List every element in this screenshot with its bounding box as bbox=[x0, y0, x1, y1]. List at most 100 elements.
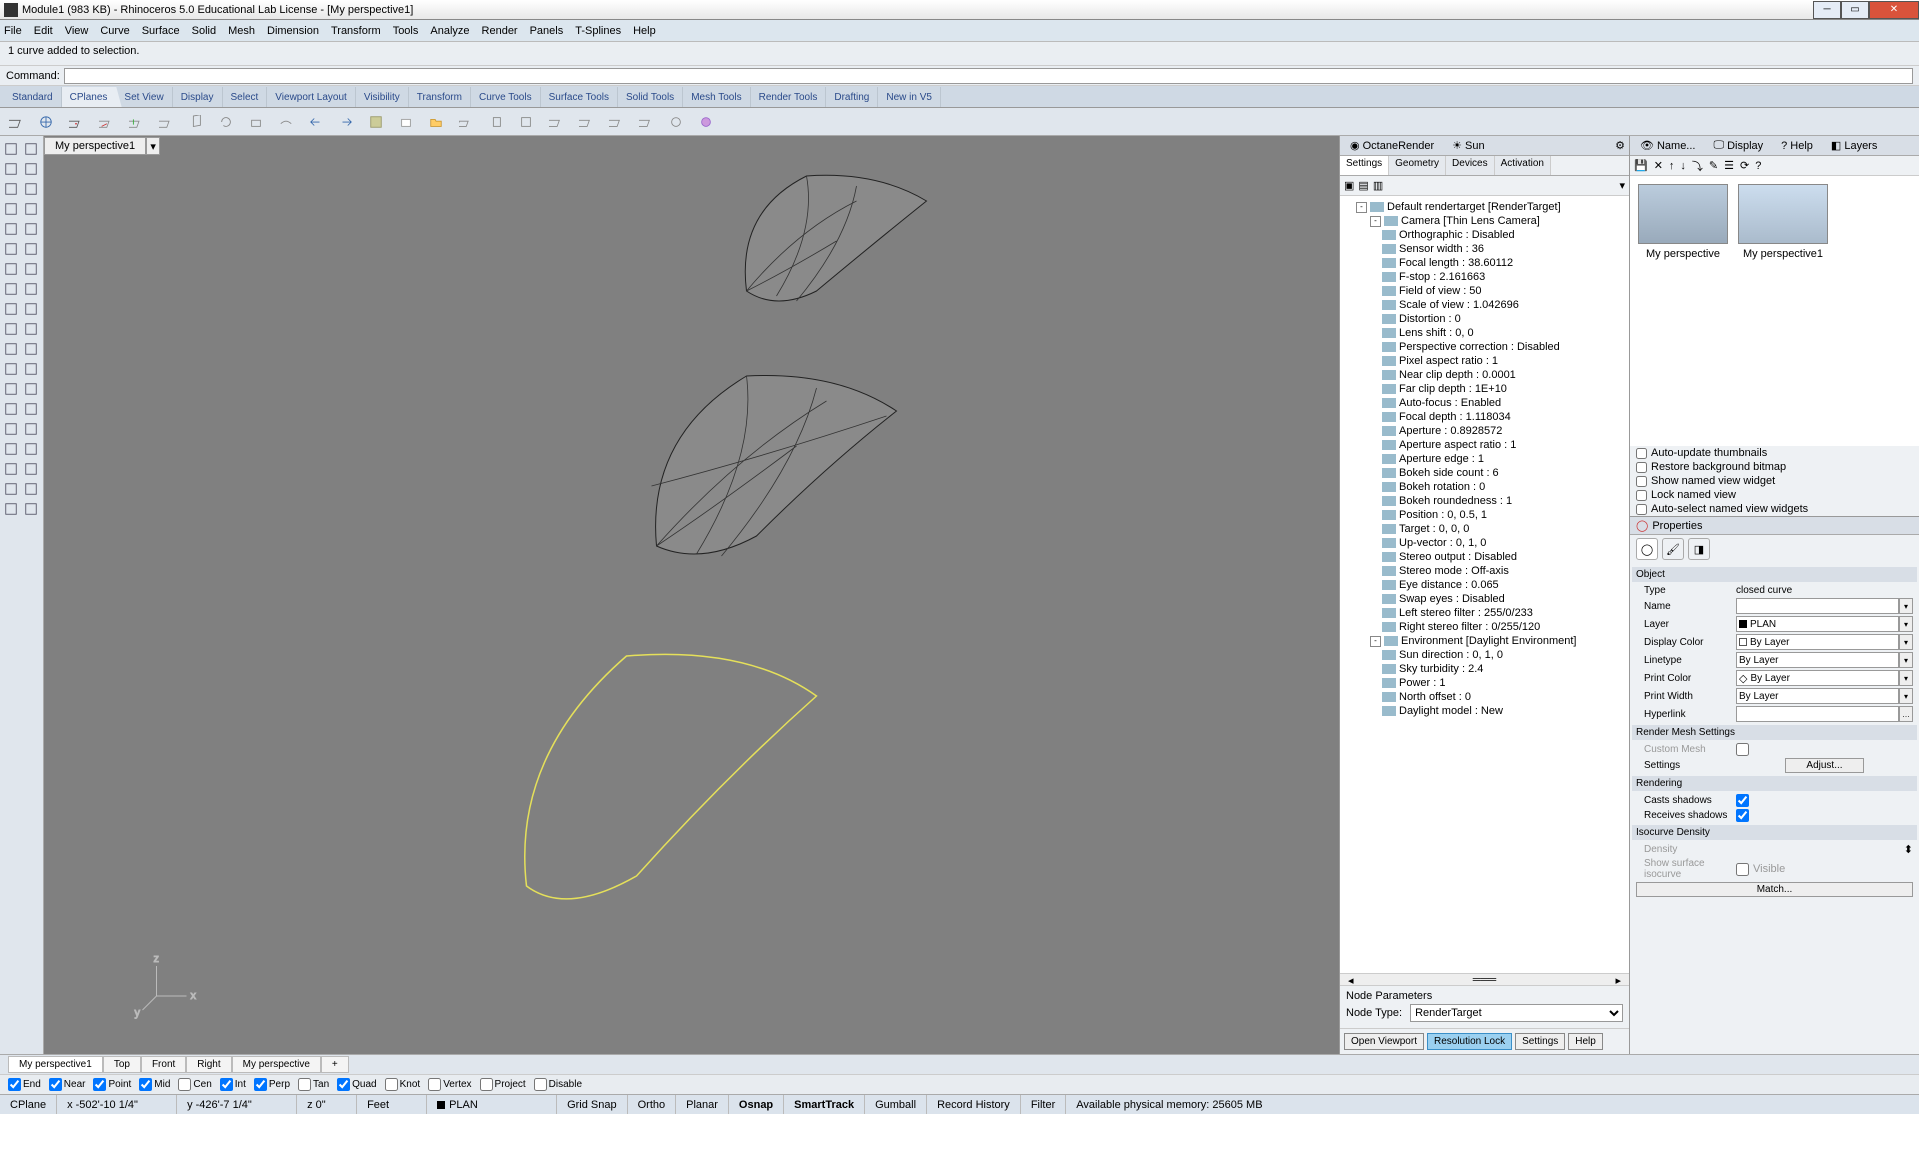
scroll-left-icon[interactable]: ◂ bbox=[1348, 974, 1354, 985]
tree-node[interactable]: Focal length : 38.60112 bbox=[1342, 256, 1627, 270]
status-units[interactable]: Feet bbox=[357, 1095, 427, 1114]
tree-node[interactable]: Aperture : 0.8928572 bbox=[1342, 424, 1627, 438]
tree-node[interactable]: Far clip depth : 1E+10 bbox=[1342, 382, 1627, 396]
octane-subtab-settings[interactable]: Settings bbox=[1340, 156, 1389, 175]
help2-icon[interactable]: ? bbox=[1755, 160, 1761, 172]
prop-texture-icon[interactable]: ◨ bbox=[1688, 538, 1710, 560]
save-cplane-icon[interactable] bbox=[366, 112, 386, 132]
menu-transform[interactable]: Transform bbox=[331, 25, 381, 37]
status-cplane[interactable]: CPlane bbox=[0, 1095, 57, 1114]
cplane-rotate-icon[interactable] bbox=[216, 112, 236, 132]
prop-material-icon[interactable]: 🖌 bbox=[1662, 538, 1684, 560]
named-cplane-icon[interactable] bbox=[396, 112, 416, 132]
show-iso-check[interactable] bbox=[1736, 863, 1749, 876]
array-flyout-icon[interactable] bbox=[22, 460, 40, 478]
tree-node[interactable]: Orthographic : Disabled bbox=[1342, 228, 1627, 242]
menu-t-splines[interactable]: T-Splines bbox=[575, 25, 621, 37]
tooltab-curve-tools[interactable]: Curve Tools bbox=[471, 87, 541, 107]
tree-node[interactable]: Auto-focus : Enabled bbox=[1342, 396, 1627, 410]
tab-sun[interactable]: ☀Sun bbox=[1446, 138, 1490, 153]
minimize-button[interactable]: ─ bbox=[1813, 1, 1841, 19]
viewtab-my-perspective1[interactable]: My perspective1 bbox=[8, 1056, 103, 1073]
cplane-vert-icon[interactable] bbox=[186, 112, 206, 132]
tree-node[interactable]: Bokeh rotation : 0 bbox=[1342, 480, 1627, 494]
edit-icon[interactable]: ✎ bbox=[1709, 159, 1718, 172]
tooltab-visibility[interactable]: Visibility bbox=[356, 87, 409, 107]
viewport-title[interactable]: My perspective1 bbox=[44, 137, 146, 155]
octane-subtab-activation[interactable]: Activation bbox=[1495, 156, 1551, 175]
prop-obj-icon[interactable]: ◯ bbox=[1636, 538, 1658, 560]
cplane-surf-icon[interactable] bbox=[276, 112, 296, 132]
tree-node[interactable]: -Default rendertarget [RenderTarget] bbox=[1342, 200, 1627, 214]
tree-node[interactable]: Stereo output : Disabled bbox=[1342, 550, 1627, 564]
arc-icon[interactable] bbox=[2, 220, 20, 238]
tree-node[interactable]: Swap eyes : Disabled bbox=[1342, 592, 1627, 606]
tooltab-display[interactable]: Display bbox=[173, 87, 223, 107]
scroll-right-icon[interactable]: ▸ bbox=[1615, 974, 1621, 985]
menu-surface[interactable]: Surface bbox=[142, 25, 180, 37]
tab-display[interactable]: 🖵 Display bbox=[1707, 138, 1769, 153]
curve-flyout-icon[interactable] bbox=[22, 260, 40, 278]
tree-node[interactable]: Sky turbidity : 2.4 bbox=[1342, 662, 1627, 676]
tree-node[interactable]: Sun direction : 0, 1, 0 bbox=[1342, 648, 1627, 662]
universal-icon[interactable] bbox=[666, 112, 686, 132]
gear-icon[interactable]: ⚙ bbox=[1615, 139, 1625, 152]
status-grid-snap[interactable]: Grid Snap bbox=[557, 1095, 628, 1114]
tree-node[interactable]: Sensor width : 36 bbox=[1342, 242, 1627, 256]
tooltab-solid-tools[interactable]: Solid Tools bbox=[618, 87, 683, 107]
osnap-end[interactable]: End bbox=[8, 1078, 41, 1091]
tooltab-new-in-v5[interactable]: New in V5 bbox=[878, 87, 941, 107]
world-front-icon[interactable] bbox=[516, 112, 536, 132]
menu-render[interactable]: Render bbox=[482, 25, 518, 37]
option-lock-named-view[interactable]: Lock named view bbox=[1630, 488, 1919, 502]
casts-shadows-check[interactable] bbox=[1736, 794, 1749, 807]
curve-icon[interactable] bbox=[2, 260, 20, 278]
tree-node[interactable]: Aperture aspect ratio : 1 bbox=[1342, 438, 1627, 452]
tooltab-cplanes[interactable]: CPlanes bbox=[62, 87, 117, 107]
thumb-my-perspective[interactable]: My perspective bbox=[1638, 184, 1728, 260]
tree-node[interactable]: Up-vector : 0, 1, 0 bbox=[1342, 536, 1627, 550]
octane-tree[interactable]: -Default rendertarget [RenderTarget]-Cam… bbox=[1340, 196, 1629, 973]
tree-node[interactable]: Perspective correction : Disabled bbox=[1342, 340, 1627, 354]
adjust-button[interactable]: Adjust... bbox=[1785, 758, 1863, 773]
tree-menu-icon[interactable]: ▾ bbox=[1619, 179, 1625, 192]
tree-node[interactable]: Field of view : 50 bbox=[1342, 284, 1627, 298]
viewtab-my-perspective[interactable]: My perspective bbox=[232, 1056, 321, 1073]
solid-flyout-icon[interactable] bbox=[22, 300, 40, 318]
tree-node[interactable]: Left stereo filter : 255/0/233 bbox=[1342, 606, 1627, 620]
custom-mesh-check[interactable] bbox=[1736, 743, 1749, 756]
add-view-tab[interactable]: + bbox=[321, 1056, 349, 1073]
open-icon[interactable] bbox=[426, 112, 446, 132]
osnap-point[interactable]: Point bbox=[93, 1078, 131, 1091]
osnap-project[interactable]: Project bbox=[480, 1078, 526, 1091]
dim-icon[interactable] bbox=[2, 380, 20, 398]
mesh-flyout-icon[interactable] bbox=[22, 320, 40, 338]
box-flyout-icon[interactable] bbox=[22, 340, 40, 358]
down-icon[interactable]: ↓ bbox=[1680, 160, 1686, 172]
osnap-knot[interactable]: Knot bbox=[385, 1078, 421, 1091]
tooltab-mesh-tools[interactable]: Mesh Tools bbox=[683, 87, 750, 107]
status-planar[interactable]: Planar bbox=[676, 1095, 729, 1114]
tree-node[interactable]: Position : 0, 0.5, 1 bbox=[1342, 508, 1627, 522]
layer-icon[interactable] bbox=[2, 500, 20, 518]
menu-analyze[interactable]: Analyze bbox=[430, 25, 469, 37]
mesh-icon[interactable] bbox=[2, 320, 20, 338]
tab-layers[interactable]: ◧ Layers bbox=[1825, 138, 1883, 153]
settings-button[interactable]: Settings bbox=[1515, 1033, 1565, 1050]
cplane-z-icon[interactable] bbox=[126, 112, 146, 132]
option-restore-background-bitmap[interactable]: Restore background bitmap bbox=[1630, 460, 1919, 474]
cplane-3pt-icon[interactable] bbox=[156, 112, 176, 132]
tooltab-standard[interactable]: Standard bbox=[4, 87, 62, 107]
tree-node[interactable]: Near clip depth : 0.0001 bbox=[1342, 368, 1627, 382]
osnap-disable[interactable]: Disable bbox=[534, 1078, 582, 1091]
tree-node[interactable]: Pixel aspect ratio : 1 bbox=[1342, 354, 1627, 368]
world-top-icon[interactable] bbox=[456, 112, 476, 132]
tree-node[interactable]: Power : 1 bbox=[1342, 676, 1627, 690]
tree-node[interactable]: Eye distance : 0.065 bbox=[1342, 578, 1627, 592]
option-show-named-view-widget[interactable]: Show named view widget bbox=[1630, 474, 1919, 488]
rect-icon[interactable] bbox=[2, 240, 20, 258]
tooltab-render-tools[interactable]: Render Tools bbox=[751, 87, 827, 107]
receives-shadows-check[interactable] bbox=[1736, 809, 1749, 822]
xform-icon[interactable] bbox=[2, 480, 20, 498]
rect-flyout-icon[interactable] bbox=[22, 240, 40, 258]
